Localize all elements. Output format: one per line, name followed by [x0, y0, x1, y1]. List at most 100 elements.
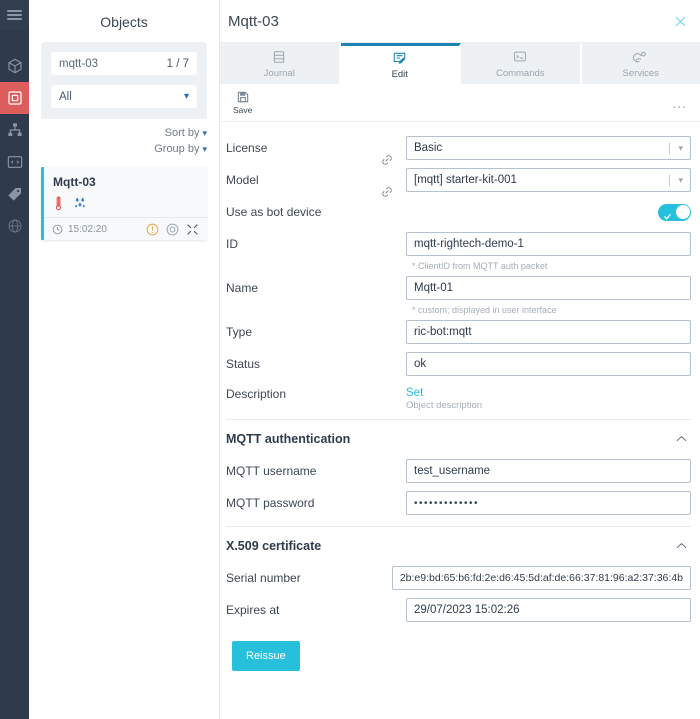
tab-services[interactable]: Services	[581, 43, 700, 84]
hamburger-menu-icon	[7, 8, 22, 22]
field-row-model: Model [mqtt] starter-kit-001 ▾	[226, 165, 691, 197]
status-input[interactable]: ok	[406, 352, 691, 376]
close-icon	[675, 16, 686, 26]
objects-filter-select[interactable]: All ▾	[51, 85, 197, 108]
objects-filter-value: All	[59, 90, 72, 103]
hamburger-menu-button[interactable]	[0, 0, 29, 30]
more-options-button[interactable]: ...	[672, 96, 687, 110]
services-gear-icon	[633, 50, 648, 65]
toggle-knob	[675, 205, 690, 219]
name-label: Name	[226, 281, 259, 295]
serial-number-label: Serial number	[226, 571, 301, 585]
field-row-type: Type ric-bot:mqtt	[226, 317, 691, 347]
model-control: [mqtt] starter-kit-001 ▾	[382, 168, 691, 197]
bot-device-control	[386, 203, 691, 221]
name-input[interactable]: Mqtt-01	[406, 276, 691, 300]
name-hint: * custom; displayed in user interface	[412, 305, 557, 315]
mqtt-username-input[interactable]: test_username	[406, 459, 691, 483]
alert-circle-icon[interactable]	[146, 223, 159, 236]
rail-item-models[interactable]	[0, 50, 29, 82]
model-select[interactable]: [mqtt] starter-kit-001 ▾	[406, 168, 691, 192]
serial-number-input[interactable]: 2b:e9:bd:65:b6:fd:2e:d6:45:5d:af:de:66:3…	[391, 566, 691, 590]
link-chain-icon[interactable]	[382, 142, 406, 165]
object-card-footer: 15:02:20	[44, 217, 207, 240]
name-control: Mqtt-01	[386, 276, 691, 300]
tab-services-label: Services	[622, 68, 659, 79]
rail-item-network[interactable]	[0, 210, 29, 242]
save-button-label: Save	[233, 105, 253, 115]
hierarchy-icon	[7, 123, 22, 136]
edit-form: License Basic ▾ Model [mqtt] starter-kit…	[220, 122, 700, 671]
objects-panel-title: Objects	[100, 14, 148, 30]
save-button[interactable]: Save	[233, 90, 252, 115]
check-icon	[663, 208, 672, 226]
rail-item-hierarchy[interactable]	[0, 114, 29, 146]
rail-item-tags[interactable]	[0, 178, 29, 210]
object-card[interactable]: Mqtt-03 15:02:20	[41, 167, 207, 240]
tab-commands[interactable]: Commands	[461, 43, 582, 84]
license-select[interactable]: Basic ▾	[406, 136, 691, 160]
app-root: Objects mqtt-03 1 / 7 All ▾ Sort by ▾ Gro…	[0, 0, 700, 719]
rail-item-code[interactable]	[0, 146, 29, 178]
tab-edit[interactable]: Edit	[340, 43, 461, 84]
model-value: [mqtt] starter-kit-001	[414, 174, 517, 186]
chevron-down-icon: ▾	[183, 90, 189, 102]
collapse-arrows-icon[interactable]	[186, 223, 199, 236]
field-row-status: Status ok	[226, 349, 691, 379]
status-label: Status	[226, 357, 261, 371]
tab-edit-label: Edit	[391, 68, 408, 80]
chevron-down-icon: ▾	[678, 174, 683, 185]
rail-item-objects[interactable]	[0, 82, 29, 114]
search-input[interactable]: mqtt-03 1 / 7	[51, 52, 197, 75]
edit-icon	[392, 51, 407, 66]
bot-device-toggle[interactable]	[658, 203, 691, 221]
group-by-button[interactable]: Group by ▾	[41, 143, 207, 155]
serial-number-value: 2b:e9:bd:65:b6:fd:2e:d6:45:5d:af:de:66:3…	[399, 572, 683, 584]
section-header-x509: X.509 certificate	[226, 526, 691, 557]
tag-icon	[7, 188, 21, 201]
chevron-up-icon[interactable]	[676, 434, 687, 445]
model-label: Model	[226, 173, 259, 187]
status-control: ok	[386, 352, 691, 376]
reissue-button[interactable]: Reissue	[232, 641, 300, 671]
mqtt-username-control: test_username	[386, 459, 691, 483]
id-input[interactable]: mqtt-rightech-demo-1	[406, 232, 691, 256]
expires-at-control: 29/07/2023 15:02:26	[386, 598, 691, 622]
chevron-down-icon: ▾	[678, 142, 683, 153]
object-card-timestamp: 15:02:20	[68, 223, 107, 235]
status-value: ok	[414, 358, 427, 370]
detail-header: Mqtt-03	[220, 0, 700, 43]
description-set-link[interactable]: Set	[406, 387, 423, 399]
target-circle-icon[interactable]	[166, 223, 179, 236]
close-button[interactable]	[673, 14, 688, 29]
select-divider	[669, 174, 671, 186]
chevron-down-icon: ▾	[202, 144, 207, 154]
field-row-mqtt-password: MQTT password •••••••••••••	[226, 488, 691, 518]
field-row-id: ID mqtt-rightech-demo-1	[226, 229, 691, 259]
tab-journal[interactable]: Journal	[220, 43, 341, 84]
link-chain-icon[interactable]	[382, 174, 406, 197]
sort-by-label: Sort by	[164, 127, 200, 139]
id-hint: * ClientID from MQTT auth packet	[412, 261, 548, 271]
description-hint: Object description	[406, 400, 483, 411]
search-input-value: mqtt-03	[59, 57, 98, 70]
mqtt-username-value: test_username	[414, 465, 491, 477]
field-row-description: Description Set Object description	[226, 381, 691, 411]
mqtt-password-value: •••••••••••••	[414, 497, 480, 509]
detail-panel: Mqtt-03 Journal Edit Commands Services S…	[220, 0, 700, 719]
chevron-down-icon: ▾	[202, 128, 207, 138]
expires-at-input[interactable]: 29/07/2023 15:02:26	[406, 598, 691, 622]
chevron-up-icon[interactable]	[676, 541, 687, 552]
cube-icon	[7, 58, 22, 74]
description-label: Description	[226, 387, 287, 401]
type-value: ric-bot:mqtt	[414, 326, 472, 338]
bot-device-label: Use as bot device	[226, 205, 322, 219]
journal-icon	[272, 50, 286, 65]
expires-at-value: 29/07/2023 15:02:26	[414, 604, 520, 616]
thermometer-icon	[55, 196, 62, 210]
mqtt-password-input[interactable]: •••••••••••••	[406, 491, 691, 515]
tab-journal-label: Journal	[263, 68, 295, 79]
type-input[interactable]: ric-bot:mqtt	[406, 320, 691, 344]
sort-by-button[interactable]: Sort by ▾	[41, 127, 207, 139]
